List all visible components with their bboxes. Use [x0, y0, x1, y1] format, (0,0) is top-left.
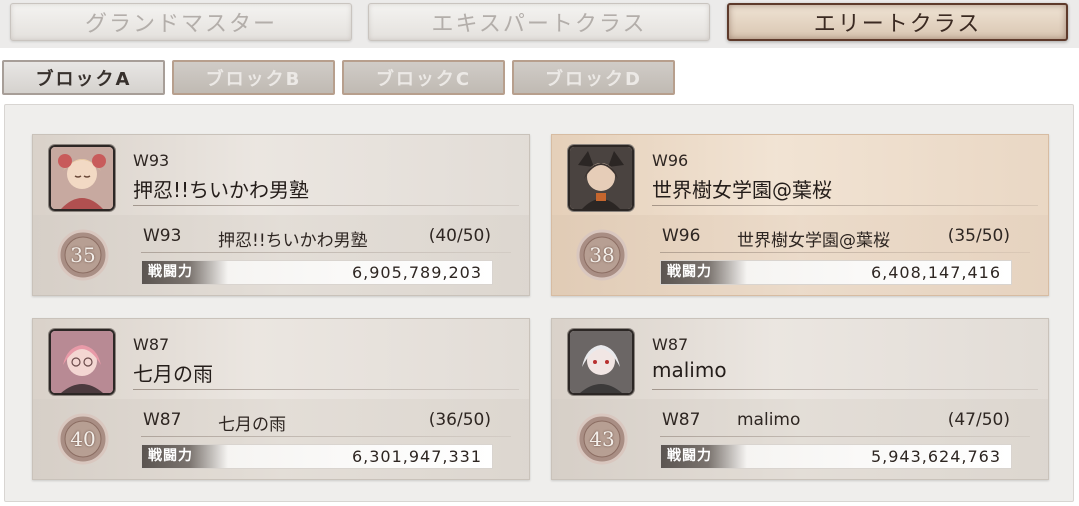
divider: [660, 252, 1030, 253]
tab-expert-class[interactable]: エキスパートクラス: [368, 3, 710, 41]
row-guild-name: malimo: [737, 410, 801, 430]
guild-name: malimo: [652, 358, 727, 382]
row-world: W96: [662, 226, 701, 246]
member-count: (47/50): [947, 410, 1010, 430]
power-value: 6,408,147,416: [870, 263, 1001, 282]
guild-card[interactable]: W93 押忍!!ちいかわ男塾 35 W93 押忍!!ちいかわ男塾 (40/50)…: [32, 134, 530, 296]
rank-number: 35: [70, 243, 96, 267]
guild-card[interactable]: W87 malimo 43 W87 malimo (47/50) 戦闘力 5,9…: [551, 318, 1049, 480]
power-label: 戦闘力: [661, 261, 747, 284]
tab-grandmaster[interactable]: グランドマスター: [10, 3, 352, 41]
guild-avatar: [568, 145, 634, 211]
guild-world: W87: [133, 335, 170, 354]
guild-avatar: [49, 145, 115, 211]
power-bar: 戦闘力 6,301,947,331: [141, 444, 493, 469]
guild-name: 世界樹女学園@葉桜: [652, 178, 832, 202]
power-bar: 戦闘力 6,905,789,203: [141, 260, 493, 285]
divider: [141, 252, 511, 253]
rank-number: 38: [589, 243, 615, 267]
row-guild-name: 世界樹女学園@葉桜: [737, 231, 890, 251]
guild-name: 七月の雨: [133, 362, 213, 386]
rank-seal: 43: [575, 412, 629, 466]
power-bar: 戦闘力 5,943,624,763: [660, 444, 1012, 469]
guild-world: W96: [652, 151, 689, 170]
rank-seal: 40: [56, 412, 110, 466]
guild-world: W87: [652, 335, 689, 354]
power-value: 5,943,624,763: [870, 447, 1001, 466]
divider: [652, 205, 1038, 206]
member-count: (35/50): [947, 226, 1010, 246]
guild-avatar: [49, 329, 115, 395]
row-guild-name: 七月の雨: [218, 415, 286, 435]
divider: [133, 389, 519, 390]
row-world: W87: [662, 410, 701, 430]
member-count: (36/50): [428, 410, 491, 430]
guild-card[interactable]: W96 世界樹女学園@葉桜 38 W96 世界樹女学園@葉桜 (35/50) 戦…: [551, 134, 1049, 296]
tab-block-d[interactable]: ブロックD: [512, 60, 675, 95]
divider: [133, 205, 519, 206]
power-value: 6,301,947,331: [351, 447, 482, 466]
power-label: 戦闘力: [142, 261, 228, 284]
power-label: 戦闘力: [661, 445, 747, 468]
row-guild-name: 押忍!!ちいかわ男塾: [218, 231, 368, 251]
power-value: 6,905,789,203: [351, 263, 482, 282]
power-bar: 戦闘力 6,408,147,416: [660, 260, 1012, 285]
tab-block-c[interactable]: ブロックC: [342, 60, 505, 95]
guild-avatar: [568, 329, 634, 395]
class-tab-bar: グランドマスター エキスパートクラス エリートクラス: [0, 0, 1079, 48]
guild-card[interactable]: W87 七月の雨 40 W87 七月の雨 (36/50) 戦闘力 6,301,9…: [32, 318, 530, 480]
divider: [652, 389, 1038, 390]
ranking-panel: W93 押忍!!ちいかわ男塾 35 W93 押忍!!ちいかわ男塾 (40/50)…: [4, 104, 1074, 502]
tab-elite-class[interactable]: エリートクラス: [727, 3, 1068, 41]
rank-seal: 35: [56, 228, 110, 282]
rank-seal: 38: [575, 228, 629, 282]
rank-number: 40: [70, 427, 96, 451]
row-world: W87: [143, 410, 182, 430]
row-world: W93: [143, 226, 182, 246]
member-count: (40/50): [428, 226, 491, 246]
divider: [660, 436, 1030, 437]
divider: [141, 436, 511, 437]
guild-name: 押忍!!ちいかわ男塾: [133, 178, 310, 202]
guild-world: W93: [133, 151, 170, 170]
power-label: 戦闘力: [142, 445, 228, 468]
tab-block-a[interactable]: ブロックA: [2, 60, 165, 95]
rank-number: 43: [589, 427, 615, 451]
tab-block-b[interactable]: ブロックB: [172, 60, 335, 95]
